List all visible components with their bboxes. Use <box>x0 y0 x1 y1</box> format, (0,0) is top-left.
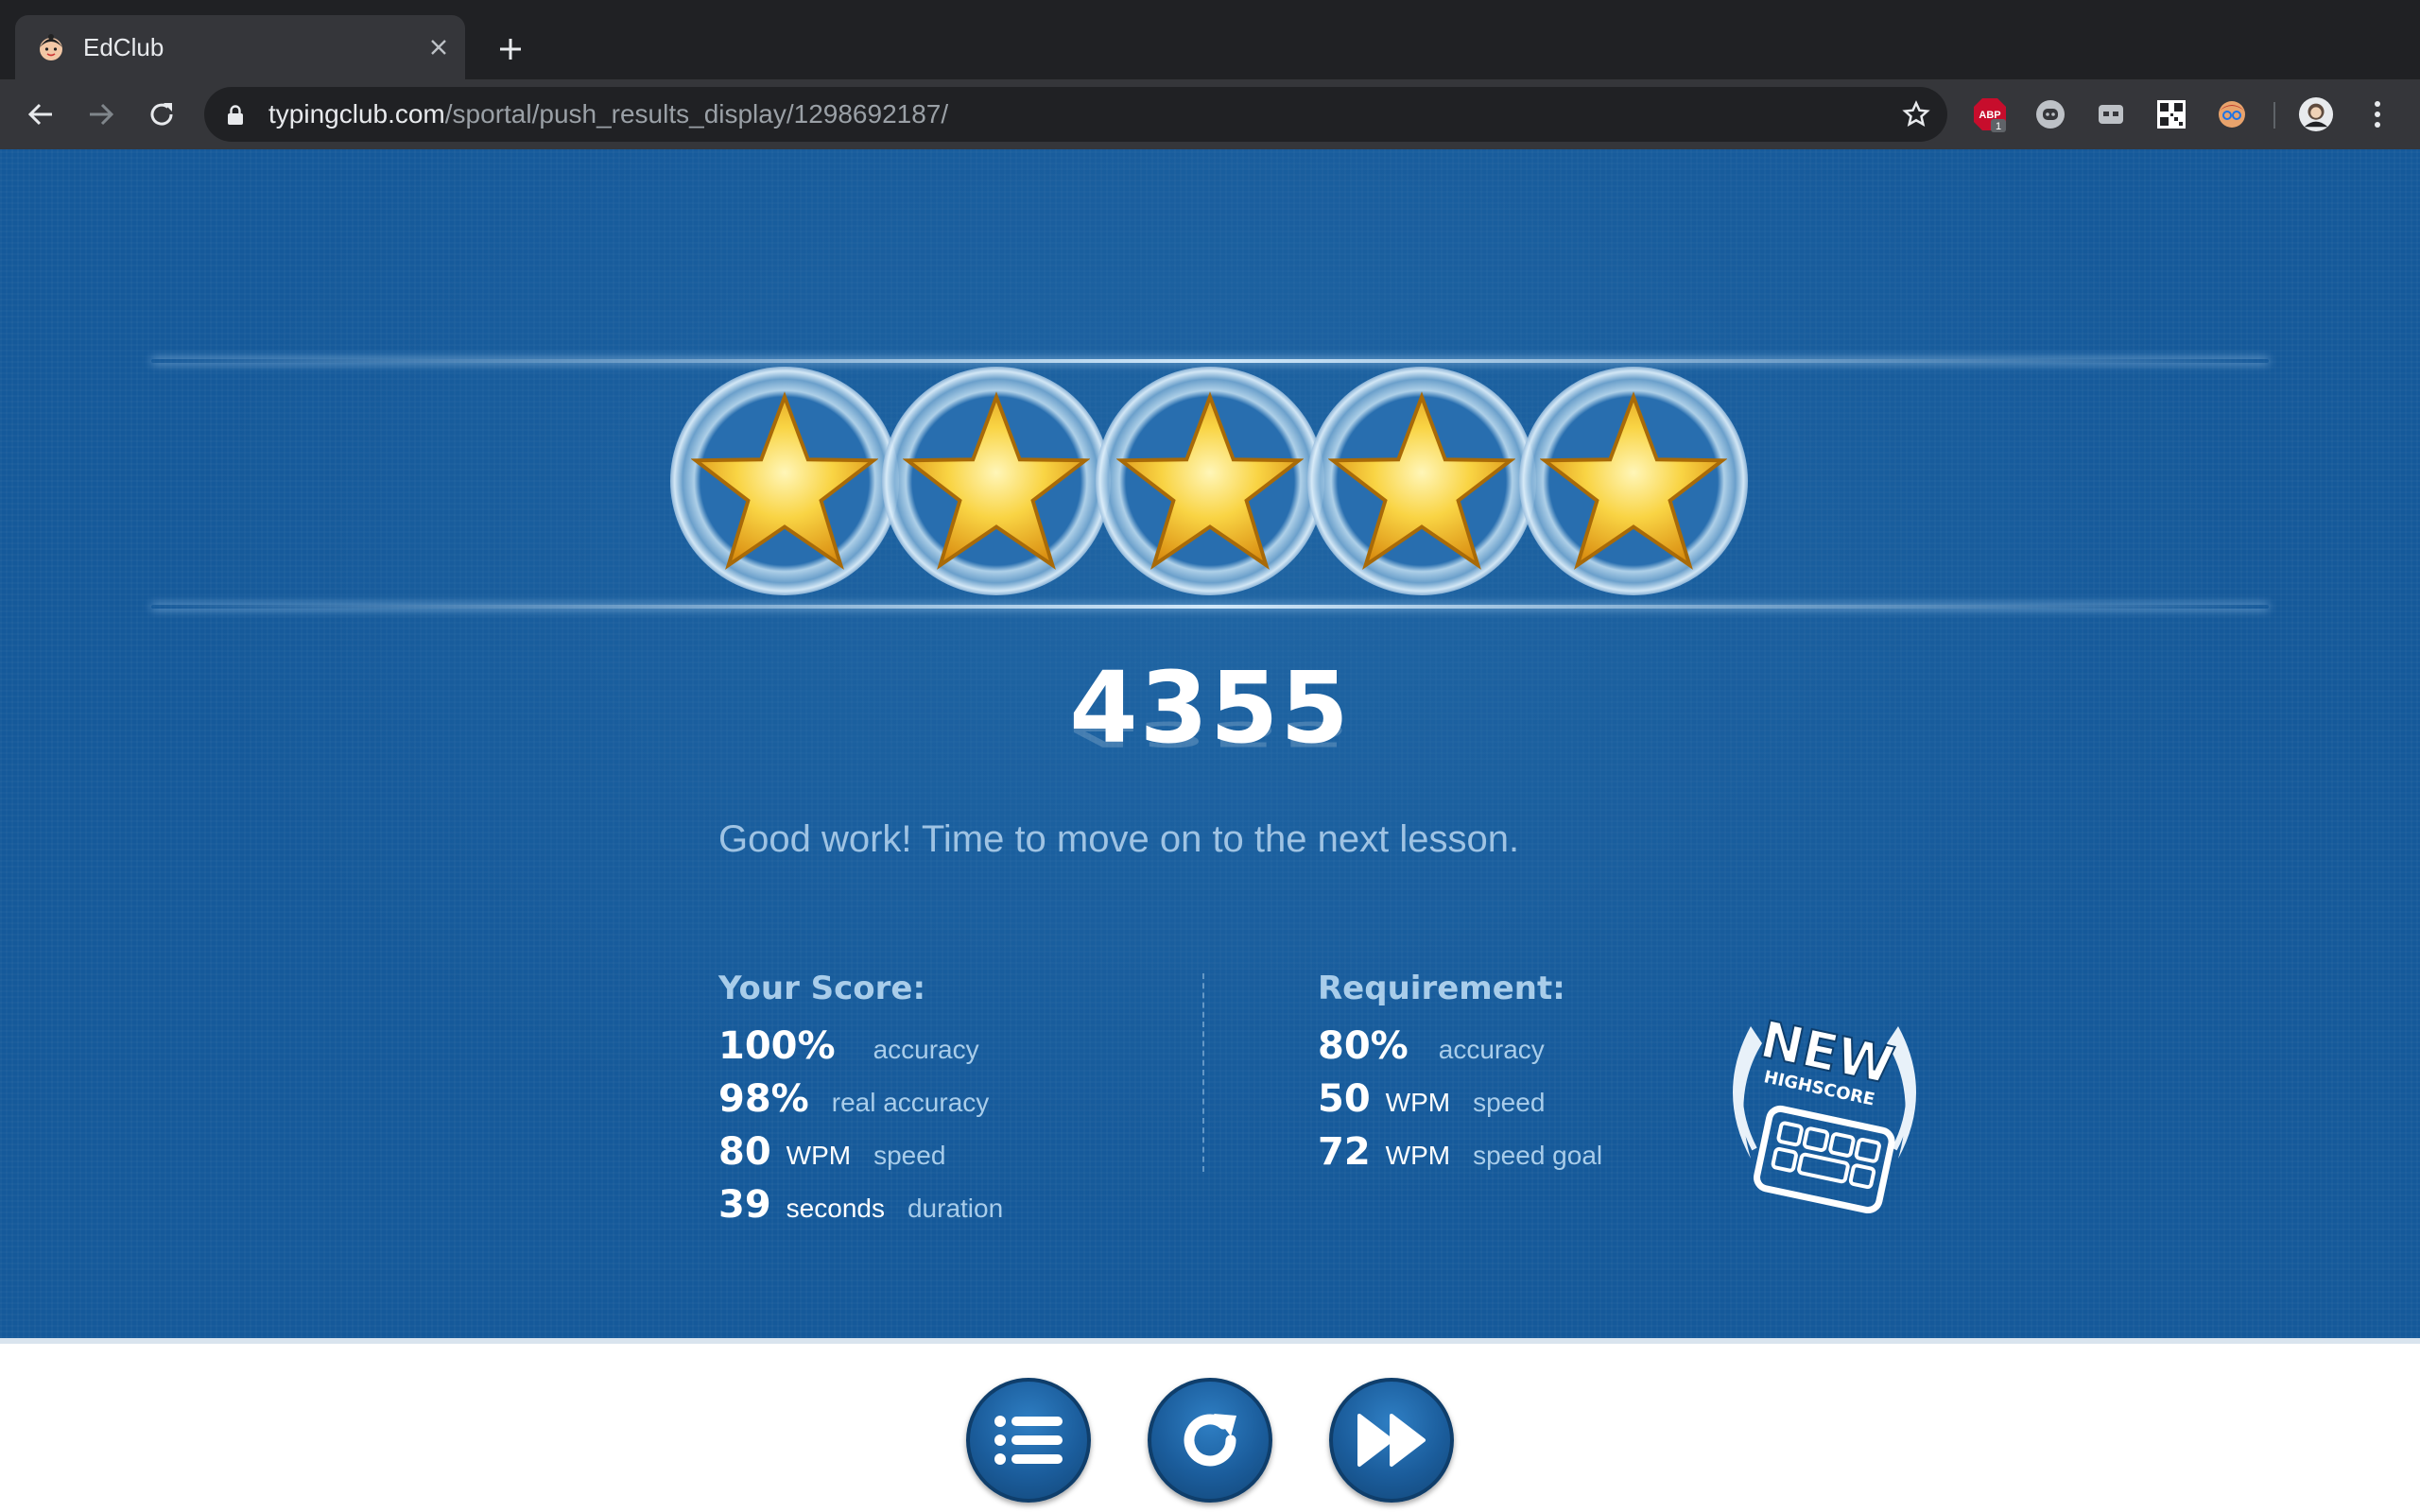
requirement-section: Requirement: 80% accuracy 50 WPM speed 7… <box>1318 970 1602 1183</box>
avatar-extension-icon[interactable] <box>2214 96 2250 132</box>
tab-title: EdClub <box>83 33 164 61</box>
url-text: typingclub.com/sportal/push_results_disp… <box>268 99 948 129</box>
adblock-icon[interactable]: ABP 1 <box>1972 96 2008 132</box>
lock-icon <box>228 105 243 125</box>
new-tab-icon[interactable] <box>490 28 531 70</box>
stat-real-accuracy: 98% real accuracy <box>718 1077 1003 1130</box>
url-host: typingclub.com <box>268 99 445 129</box>
stat-unit: seconds <box>786 1194 885 1223</box>
fast-forward-icon <box>1357 1414 1426 1467</box>
stat-label: accuracy <box>873 1035 979 1064</box>
address-bar[interactable]: typingclub.com/sportal/push_results_disp… <box>204 87 1947 142</box>
caption-icon[interactable] <box>2093 96 2129 132</box>
gold-star-icon <box>903 391 1090 570</box>
stat-duration: 39 seconds duration <box>718 1183 1003 1236</box>
stat-label: duration <box>907 1194 1004 1223</box>
stat-label: accuracy <box>1438 1035 1545 1064</box>
next-lesson-button[interactable] <box>1329 1378 1454 1503</box>
profile-icon[interactable] <box>2298 96 2334 132</box>
gold-star-icon <box>691 391 878 570</box>
stat-unit: WPM <box>1385 1141 1451 1170</box>
extension-badge: 1 <box>1996 121 2001 132</box>
new-highscore-badge-icon: NEW HIGHSCORE <box>1733 1008 1916 1214</box>
stat-unit: WPM <box>1385 1088 1451 1117</box>
stats-divider <box>1202 973 1204 1172</box>
your-score-section: Your Score: 100% accuracy 98% real accur… <box>718 970 1003 1236</box>
stat-label: speed <box>873 1141 946 1170</box>
requirement-title: Requirement: <box>1318 970 1565 1007</box>
toolbar-divider <box>2273 102 2275 129</box>
bookmark-star-icon[interactable] <box>1898 96 1934 132</box>
tab-strip: EdClub <box>0 0 2420 79</box>
req-speed-goal: 72 WPM speed goal <box>1318 1130 1602 1183</box>
gold-star-icon <box>1540 391 1727 570</box>
stat-label: real accuracy <box>831 1088 990 1117</box>
retry-button[interactable] <box>1148 1378 1272 1503</box>
gold-star-icon <box>1116 391 1304 570</box>
your-score-title: Your Score: <box>718 970 926 1007</box>
browser-toolbar: typingclub.com/sportal/push_results_disp… <box>0 79 2420 149</box>
star-4 <box>1307 367 1536 595</box>
star-2 <box>882 367 1111 595</box>
discord-icon[interactable] <box>2032 96 2068 132</box>
stat-speed: 80 WPM speed <box>718 1130 1003 1183</box>
stat-value: 80 <box>718 1130 771 1174</box>
stat-label: speed <box>1473 1088 1546 1117</box>
stat-value: 80% <box>1318 1024 1409 1068</box>
stat-accuracy: 100% accuracy <box>718 1024 1003 1077</box>
edclub-favicon-icon <box>40 34 62 60</box>
req-speed: 50 WPM speed <box>1318 1077 1602 1130</box>
menu-icon[interactable] <box>2360 96 2395 132</box>
reload-icon <box>1184 1414 1236 1467</box>
stat-value: 50 <box>1318 1077 1371 1121</box>
results-panel: 4355 4355 Good work! Time to move on to … <box>0 149 2420 1338</box>
stat-unit: WPM <box>786 1141 852 1170</box>
reload-icon[interactable] <box>140 93 183 136</box>
star-5 <box>1519 367 1748 595</box>
star-1 <box>670 367 899 595</box>
lessons-list-button[interactable] <box>966 1378 1091 1503</box>
url-path: /sportal/push_results_display/1298692187… <box>444 99 949 129</box>
req-accuracy: 80% accuracy <box>1318 1024 1602 1077</box>
tab-close-icon[interactable] <box>422 30 456 64</box>
stat-value: 98% <box>718 1077 809 1121</box>
gold-star-icon <box>1328 391 1515 570</box>
browser-tab[interactable]: EdClub <box>15 15 465 79</box>
stat-value: 39 <box>718 1183 771 1227</box>
back-icon[interactable] <box>19 93 62 136</box>
stat-value: 72 <box>1318 1130 1371 1174</box>
qr-code-icon[interactable] <box>2153 96 2189 132</box>
result-message: Good work! Time to move on to the next l… <box>718 818 1520 860</box>
star-3 <box>1096 367 1324 595</box>
forward-icon[interactable] <box>79 93 123 136</box>
stat-value: 100% <box>718 1024 836 1068</box>
stat-label: speed goal <box>1473 1141 1603 1170</box>
score-reflection: 4355 <box>1069 713 1351 754</box>
list-icon <box>994 1416 1063 1465</box>
keyboard-icon <box>1754 1105 1895 1214</box>
action-bar <box>0 1344 2420 1512</box>
